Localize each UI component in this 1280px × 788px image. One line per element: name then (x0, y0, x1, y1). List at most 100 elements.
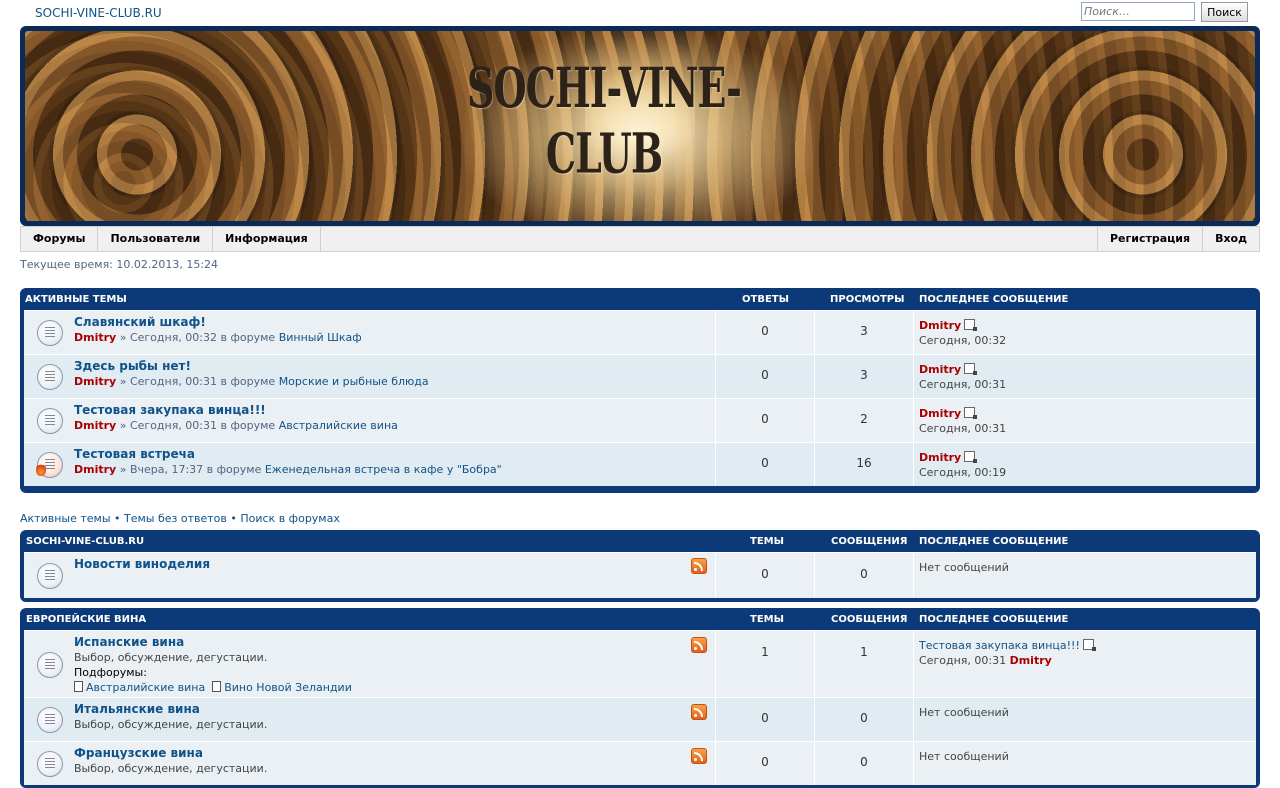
topic-meta: Dmitry » Сегодня, 00:32 в форуме Винный … (74, 331, 362, 344)
last-post-author-link[interactable]: Dmitry (919, 451, 961, 464)
topic-views: 16 (856, 456, 872, 470)
forum-read-icon (37, 707, 63, 733)
topic-meta: Dmitry » Сегодня, 00:31 в форуме Австрал… (74, 419, 398, 432)
column-divider (913, 311, 914, 354)
topic-meta: Dmitry » Вчера, 17:37 в форуме Еженедель… (74, 463, 502, 476)
active-topics-panel: АКТИВНЫЕ ТЕМЫ ОТВЕТЫ ПРОСМОТРЫ ПОСЛЕДНЕЕ… (20, 288, 1260, 493)
category-title-link[interactable]: SOCHI-VINE-CLUB.RU (26, 536, 144, 547)
forum-title-link[interactable]: Испанские вина (74, 635, 184, 649)
nav-login[interactable]: Вход (1202, 227, 1259, 251)
forum-title-link[interactable]: Новости виноделия (74, 557, 210, 571)
forum-title-link[interactable]: Итальянские вина (74, 702, 200, 716)
topic-title-link[interactable]: Здесь рыбы нет! (74, 359, 191, 373)
search-button[interactable]: Поиск (1201, 2, 1248, 22)
active-topics-link[interactable]: Активные темы (20, 512, 111, 525)
topic-row: Здесь рыбы нет! Dmitry » Сегодня, 00:31 … (24, 354, 1256, 398)
subforum-icon (74, 681, 83, 692)
forum-posts-count: 0 (860, 755, 868, 769)
topic-forum-link[interactable]: Австралийские вина (279, 419, 398, 432)
view-latest-post-icon[interactable] (964, 319, 978, 331)
column-divider (913, 742, 914, 785)
last-post-author-link[interactable]: Dmitry (919, 363, 961, 376)
current-time: Текущее время: 10.02.2013, 15:24 (20, 258, 219, 271)
category-panel: ЕВРОПЕЙСКИЕ ВИНА ТЕМЫ СООБЩЕНИЯ ПОСЛЕДНЕ… (20, 608, 1260, 788)
topic-date: » Сегодня, 00:31 в форуме (119, 375, 279, 388)
unanswered-topics-link[interactable]: Темы без ответов (124, 512, 227, 525)
last-post-author-link[interactable]: Dmitry (919, 407, 961, 420)
forum-posts-count: 0 (860, 567, 868, 581)
forum-read-icon (37, 563, 63, 589)
topic-title-link[interactable]: Тестовая закупака винца!!! (74, 403, 266, 417)
column-divider (913, 443, 914, 486)
category-header: SOCHI-VINE-CLUB.RU ТЕМЫ СООБЩЕНИЯ ПОСЛЕД… (24, 530, 1256, 552)
topic-meta: Dmitry » Сегодня, 00:31 в форуме Морские… (74, 375, 429, 388)
topic-author-link[interactable]: Dmitry (74, 331, 116, 344)
banner-image[interactable]: SOCHI-VINE-CLUB (25, 31, 1255, 221)
forum-last-post: Нет сообщений (919, 706, 1009, 719)
view-latest-post-icon[interactable] (964, 407, 978, 419)
rss-feed-icon[interactable] (691, 637, 707, 653)
search-forums-link[interactable]: Поиск в форумах (240, 512, 340, 525)
topic-replies: 0 (761, 412, 769, 426)
forum-row: Испанские вина Выбор, обсуждение, дегуст… (24, 630, 1256, 697)
topic-author-link[interactable]: Dmitry (74, 463, 116, 476)
topic-forum-link[interactable]: Еженедельная встреча в кафе у "Бобра" (265, 463, 502, 476)
nav-register[interactable]: Регистрация (1096, 227, 1202, 251)
topic-title-link[interactable]: Тестовая встреча (74, 447, 195, 461)
subforum-link[interactable]: Вино Новой Зеландии (224, 681, 352, 694)
quick-links: Активные темы • Темы без ответов • Поиск… (20, 512, 340, 525)
nav-forums[interactable]: Форумы (21, 227, 99, 251)
topic-row: Славянский шкаф! Dmitry » Сегодня, 00:32… (24, 310, 1256, 354)
banner-logo-text: SOCHI-VINE-CLUB (467, 55, 742, 186)
topic-author-link[interactable]: Dmitry (74, 375, 116, 388)
last-post-time: Сегодня, 00:31 (919, 654, 1007, 667)
topic-title-link[interactable]: Славянский шкаф! (74, 315, 206, 329)
column-divider (913, 399, 914, 442)
column-divider (913, 698, 914, 741)
topic-last-post: Dmitry Сегодня, 00:31 (919, 406, 1006, 436)
forum-description: Выбор, обсуждение, дегустации. (74, 762, 268, 775)
header-views: ПРОСМОТРЫ (830, 294, 905, 305)
search-input[interactable] (1082, 5, 1174, 18)
forum-last-post: Нет сообщений (919, 561, 1009, 574)
topic-hot-icon (36, 452, 63, 478)
forum-row: Итальянские вина Выбор, обсуждение, дегу… (24, 697, 1256, 741)
topic-forum-link[interactable]: Винный Шкаф (279, 331, 362, 344)
topic-date: » Вчера, 17:37 в форуме (119, 463, 265, 476)
nav-members[interactable]: Пользователи (98, 227, 214, 251)
column-divider (913, 553, 914, 598)
forum-topics-count: 0 (761, 711, 769, 725)
topic-views: 3 (860, 368, 868, 382)
last-post-time: Сегодня, 00:19 (919, 466, 1007, 479)
search-box[interactable] (1081, 2, 1195, 21)
topic-date: » Сегодня, 00:32 в форуме (119, 331, 279, 344)
rss-feed-icon[interactable] (691, 558, 707, 574)
topic-replies: 0 (761, 324, 769, 338)
last-post-author-link[interactable]: Dmitry (919, 319, 961, 332)
subforums-label: Подфорумы: (74, 666, 147, 679)
forum-topics-count: 0 (761, 567, 769, 581)
last-post-topic-link[interactable]: Тестовая закупака винца!!! (919, 639, 1080, 652)
last-post-time: Сегодня, 00:32 (919, 334, 1007, 347)
forum-title-link[interactable]: Французские вина (74, 746, 203, 760)
view-latest-post-icon[interactable] (964, 451, 978, 463)
rss-feed-icon[interactable] (691, 748, 707, 764)
topic-row: Тестовая закупака винца!!! Dmitry » Сего… (24, 398, 1256, 442)
topic-author-link[interactable]: Dmitry (74, 419, 116, 432)
category-title-link[interactable]: ЕВРОПЕЙСКИЕ ВИНА (26, 614, 146, 625)
site-home-link[interactable]: SOCHI-VINE-CLUB.RU (35, 6, 162, 20)
rss-feed-icon[interactable] (691, 704, 707, 720)
header-replies: ОТВЕТЫ (742, 294, 789, 305)
subforum-link[interactable]: Австралийские вина (86, 681, 205, 694)
forum-row: Французские вина Выбор, обсуждение, дегу… (24, 741, 1256, 785)
header-title: АКТИВНЫЕ ТЕМЫ (25, 294, 127, 305)
view-latest-post-icon[interactable] (1082, 639, 1096, 651)
header-banner: SOCHI-VINE-CLUB (20, 26, 1260, 226)
topic-forum-link[interactable]: Морские и рыбные блюда (279, 375, 429, 388)
last-post-author-link[interactable]: Dmitry (1010, 654, 1052, 667)
forum-with-subforums-icon (37, 652, 63, 678)
view-latest-post-icon[interactable] (964, 363, 978, 375)
nav-info[interactable]: Информация (213, 227, 321, 251)
topic-date: » Сегодня, 00:31 в форуме (119, 419, 279, 432)
category-panel: SOCHI-VINE-CLUB.RU ТЕМЫ СООБЩЕНИЯ ПОСЛЕД… (20, 530, 1260, 602)
